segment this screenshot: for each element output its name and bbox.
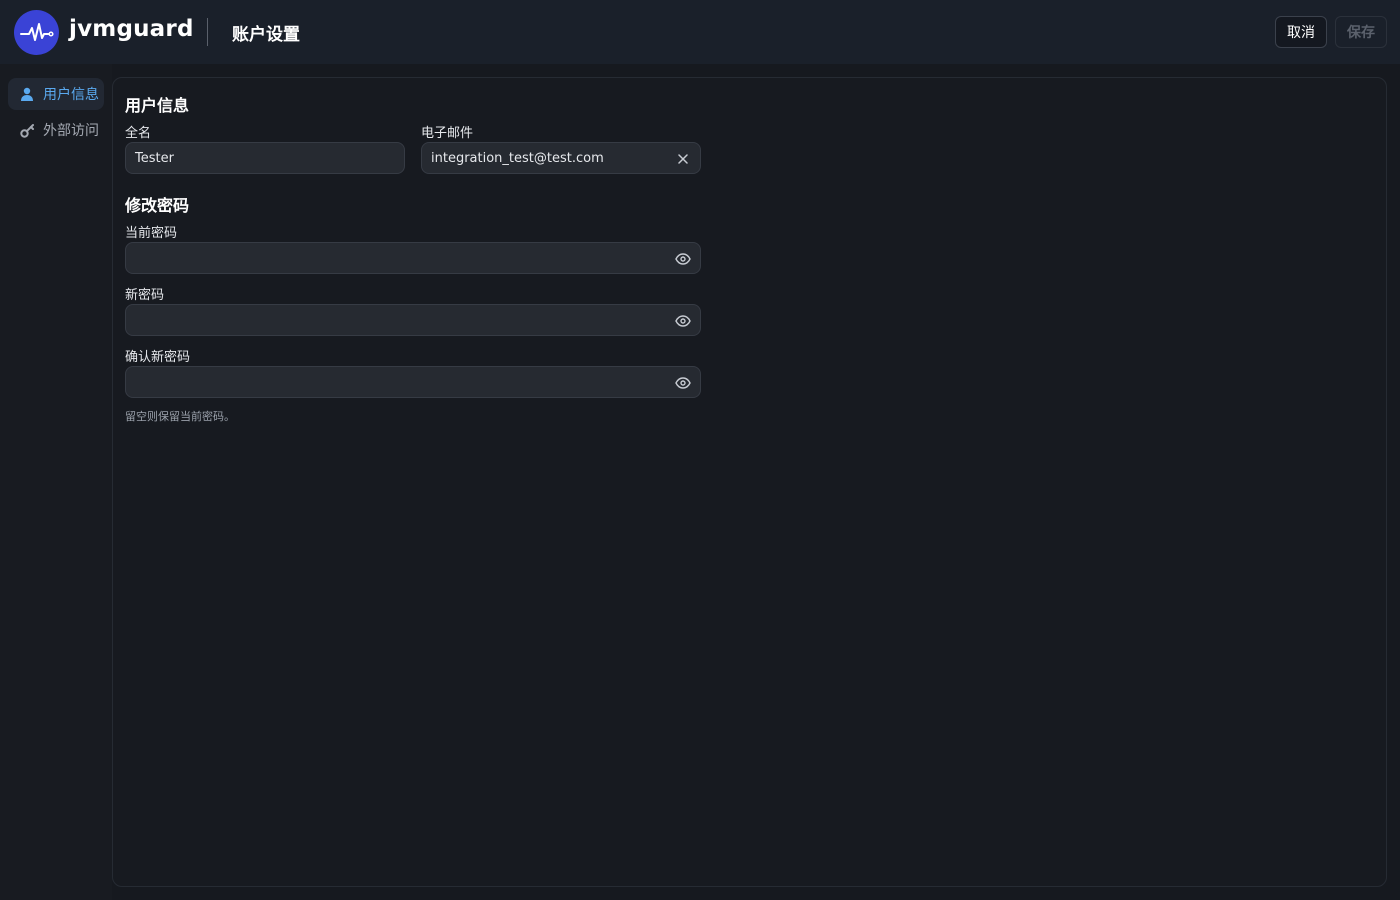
- new-password-input[interactable]: [125, 304, 701, 336]
- email-input[interactable]: integration_test@test.com: [421, 142, 701, 174]
- full-name-value: Tester: [135, 150, 174, 166]
- new-password-label: 新密码: [125, 288, 165, 303]
- full-name-input[interactable]: Tester: [125, 142, 405, 174]
- page-title: 账户设置: [232, 25, 300, 45]
- header-divider: [207, 18, 208, 46]
- current-password-label: 当前密码: [125, 226, 178, 241]
- key-icon: [19, 122, 35, 138]
- user-info-title: 用户信息: [125, 96, 190, 115]
- confirm-password-label: 确认新密码: [125, 350, 191, 365]
- sidebar-item-label: 用户信息: [43, 87, 99, 103]
- email-label: 电子邮件: [421, 126, 474, 141]
- user-icon: [19, 86, 35, 102]
- sidebar-item-external-access[interactable]: 外部访问: [8, 114, 104, 146]
- eye-icon[interactable]: [675, 375, 691, 391]
- app-header: jvmguard 账户设置 取消 保存: [0, 0, 1400, 64]
- cancel-button[interactable]: 取消: [1275, 16, 1327, 48]
- settings-panel: 用户信息 全名 Tester 电子邮件 integration_test@tes…: [112, 77, 1387, 887]
- email-value: integration_test@test.com: [431, 150, 604, 166]
- eye-icon[interactable]: [675, 313, 691, 329]
- save-button[interactable]: 保存: [1335, 16, 1387, 48]
- change-password-title: 修改密码: [125, 196, 190, 215]
- confirm-password-input[interactable]: [125, 366, 701, 398]
- sidebar-item-label: 外部访问: [43, 123, 99, 139]
- brand-name[interactable]: jvmguard: [69, 16, 194, 42]
- current-password-input[interactable]: [125, 242, 701, 274]
- password-hint: 留空则保留当前密码。: [125, 410, 235, 423]
- settings-sidebar: 用户信息 外部访问: [0, 64, 112, 900]
- clear-icon[interactable]: [675, 151, 691, 167]
- full-name-label: 全名: [125, 126, 152, 141]
- sidebar-item-user-info[interactable]: 用户信息: [8, 78, 104, 110]
- pulse-icon[interactable]: [14, 10, 59, 55]
- eye-icon[interactable]: [675, 251, 691, 267]
